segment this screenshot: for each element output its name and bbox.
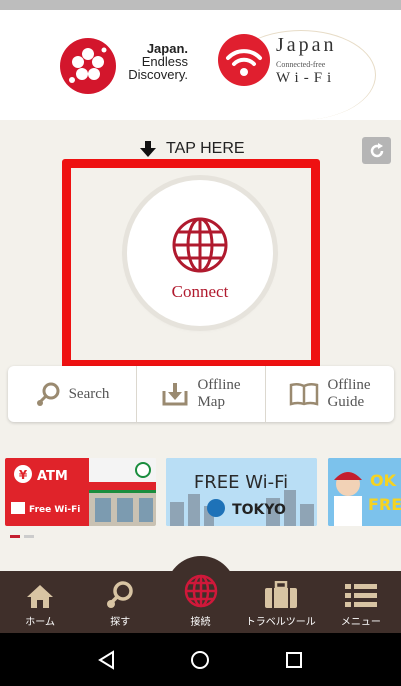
offline-guide-label-1: Offline (327, 377, 371, 393)
offline-map-label-1: Offline (197, 377, 241, 393)
wifi-logo-title: Japan (276, 34, 337, 56)
globe-icon (172, 217, 228, 273)
atm-free-wifi-label: Free Wi-Fi (29, 505, 80, 515)
connect-label: Connect (171, 282, 229, 301)
tab-home-label: ホーム (25, 617, 55, 628)
android-nav-bar (0, 633, 401, 686)
tab-connect-label: 接続 (190, 617, 211, 628)
globe-icon (184, 574, 217, 608)
tab-home[interactable]: ホーム (0, 571, 80, 633)
header: Japan. Endless Discovery. Japan Connecte… (0, 10, 401, 120)
logo-line-3: Discovery. (128, 67, 188, 82)
search-pin-icon (36, 382, 60, 406)
offline-map-button[interactable]: Offline Map (137, 366, 266, 422)
home-circle-icon[interactable] (190, 650, 210, 670)
banner-atm[interactable]: ¥ ATM Free Wi-Fi (5, 458, 156, 526)
offline-guide-label-2: Guide (327, 394, 365, 410)
status-bar (0, 0, 401, 10)
atm-label: ATM (37, 469, 68, 484)
home-icon (27, 585, 54, 608)
carousel-indicator (10, 535, 34, 538)
wifi-logo-wifi: Wi-Fi (276, 70, 337, 86)
banner-carousel[interactable]: ¥ ATM Free Wi-Fi FREE Wi-Fi TOKYO OK FRE (0, 452, 401, 528)
tap-here-label: TAP HERE (166, 140, 245, 157)
search-feature-button[interactable]: Search (8, 366, 137, 422)
third-banner-line2: FRE (368, 495, 401, 514)
search-feature-label: Search (68, 385, 110, 402)
arrow-down-icon (140, 141, 156, 157)
banner-free-wifi-tokyo[interactable]: FREE Wi-Fi TOKYO (166, 458, 317, 526)
back-icon[interactable] (97, 649, 117, 670)
search-pin-icon (107, 581, 134, 608)
tab-menu[interactable]: メニュー (321, 571, 401, 633)
book-icon (290, 382, 319, 406)
offline-guide-button[interactable]: Offline Guide (266, 366, 394, 422)
third-banner-line1: OK (370, 471, 397, 490)
wifi-logo-subtitle: Connected-free (276, 60, 326, 69)
svg-text:¥: ¥ (19, 468, 28, 482)
feature-bar: Search Offline Map Offline Guide (8, 366, 394, 422)
tab-connect[interactable]: 接続 (160, 571, 240, 633)
cherry-blossom-logo-icon (60, 38, 116, 94)
carousel-dot-active (10, 535, 20, 538)
japan-connected-free-wifi-logo: Japan Connected-free Wi-Fi (216, 28, 386, 120)
tokyo-banner-line1: FREE Wi-Fi (194, 472, 288, 493)
bottom-tab-bar: ホーム 探す 接続 トラベルツール メニュー (0, 571, 401, 633)
suitcase-icon (264, 581, 297, 608)
tab-search-label: 探す (110, 617, 131, 628)
carousel-dot (24, 535, 34, 538)
tab-search[interactable]: 探す (80, 571, 160, 633)
tap-here-hint: TAP HERE (140, 140, 245, 158)
japan-endless-discovery-logo: Japan. Endless Discovery. (58, 36, 208, 96)
tokyo-banner-line2: TOKYO (232, 502, 286, 518)
banner-third[interactable]: OK FRE (328, 458, 401, 526)
refresh-icon (370, 142, 383, 157)
tab-menu-label: メニュー (340, 617, 381, 628)
tab-travel-tools-label: トラベルツール (245, 617, 316, 628)
tokyo-banner-image: FREE Wi-Fi TOKYO (166, 458, 317, 526)
wifi-logo-icon (218, 34, 270, 86)
offline-map-label-2: Map (197, 394, 225, 410)
refresh-button[interactable] (362, 137, 391, 164)
recents-icon[interactable] (284, 650, 304, 670)
third-banner-image: OK FRE (328, 458, 401, 526)
menu-icon (344, 584, 377, 607)
download-map-icon (162, 383, 188, 406)
atm-banner-image: ¥ ATM Free Wi-Fi (5, 458, 156, 526)
connect-button[interactable]: Connect (127, 180, 273, 326)
tab-travel-tools[interactable]: トラベルツール (241, 571, 321, 633)
